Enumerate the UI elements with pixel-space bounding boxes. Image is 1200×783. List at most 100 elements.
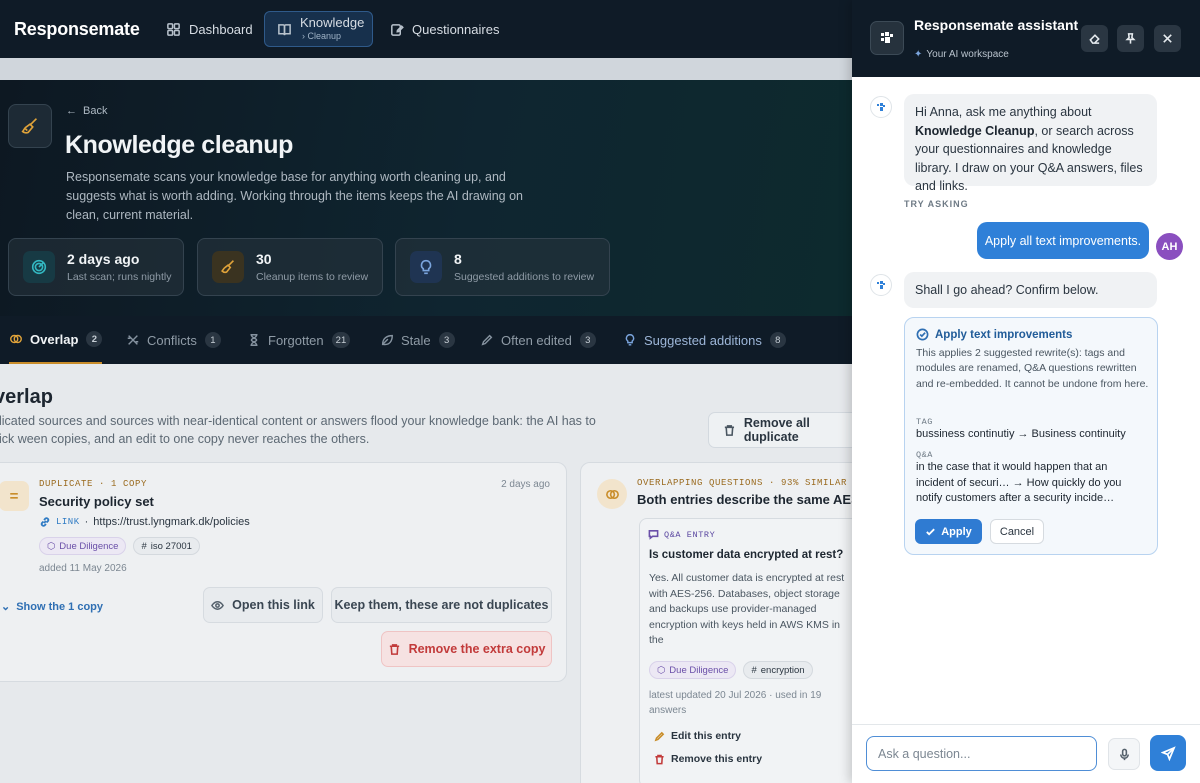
stat-value: 2 days ago <box>67 251 140 267</box>
hero-banner: ← Back Knowledge cleanup Responsemate sc… <box>0 80 852 316</box>
assistant-logo-icon <box>870 21 904 55</box>
back-link[interactable]: ← Back <box>66 105 107 117</box>
qa-change-label: Q&A <box>916 450 933 460</box>
remove-entry-button[interactable]: Remove this entry <box>654 753 762 765</box>
stat-last-scan: 2 days ago Last scan; runs nightly <box>8 238 184 296</box>
edit-entry-button[interactable]: Edit this entry <box>654 730 741 742</box>
pencil-icon <box>481 334 493 346</box>
apply-button[interactable]: Apply <box>915 519 982 544</box>
keep-both-button[interactable]: Keep them, these are not duplicates <box>331 587 552 623</box>
tag-change-value: bussiness continutiy → Business continui… <box>916 428 1126 440</box>
hash-icon: # <box>141 540 147 552</box>
check-icon <box>926 528 936 536</box>
trash-icon <box>389 643 399 655</box>
source-link-row: LINK · https://trust.lyngmark.dk/policie… <box>39 516 250 528</box>
tab-count: 21 <box>331 332 351 348</box>
send-button[interactable] <box>1150 735 1186 771</box>
grid-icon <box>167 22 180 36</box>
sparkle-icon: ✦ <box>914 49 923 60</box>
qa-change-value: in the case that it would happen that an… <box>916 461 1122 505</box>
clipboard-edit-icon <box>391 23 404 36</box>
tab-suggested-additions[interactable]: Suggested additions 8 <box>623 316 786 364</box>
broom-icon <box>8 104 52 148</box>
overlapping-questions-card: OVERLAPPING QUESTIONS · 93% SIMILAR Both… <box>580 462 852 783</box>
qa-question: Is customer data encrypted at rest? <box>649 549 844 561</box>
nav-dashboard[interactable]: Dashboard <box>166 11 253 47</box>
tag-chip[interactable]: # iso 27001 <box>133 537 200 555</box>
card-timestamp: 2 days ago <box>501 479 550 490</box>
card-title: Both entries describe the same AES-25 <box>637 492 852 507</box>
link-separator: · <box>84 516 89 528</box>
eye-icon <box>211 600 225 610</box>
hash-icon: # <box>751 664 757 676</box>
leaf-icon <box>381 334 393 346</box>
module-icon: ⬡ <box>657 664 666 676</box>
tab-count: 3 <box>579 332 596 348</box>
pin-panel-button[interactable] <box>1117 25 1144 52</box>
source-url[interactable]: https://trust.lyngmark.dk/policies <box>93 516 250 528</box>
book-icon <box>278 23 291 35</box>
try-asking-label: TRY ASKING <box>904 199 969 209</box>
tab-count: 8 <box>769 332 786 348</box>
assistant-panel: Responsemate assistant ✦ Your AI workspa… <box>852 0 1200 783</box>
stat-value: 30 <box>256 251 272 267</box>
module-chip[interactable]: ⬡ Due Diligence <box>39 537 127 555</box>
clear-chat-button[interactable] <box>1081 25 1108 52</box>
cancel-button[interactable]: Cancel <box>990 519 1044 544</box>
stat-cleanup-items: 30 Cleanup items to review <box>197 238 383 296</box>
card-kicker: DUPLICATE · 1 COPY <box>39 479 148 489</box>
qa-meta: latest updated 20 Jul 2026 · used in 19 … <box>649 690 822 716</box>
module-icon: ⬡ <box>47 540 56 552</box>
tab-forgotten[interactable]: Forgotten 21 <box>247 316 351 364</box>
chat-icon <box>648 530 659 540</box>
tab-conflicts[interactable]: Conflicts 1 <box>126 316 221 364</box>
send-icon <box>1160 745 1176 761</box>
microphone-button[interactable] <box>1108 738 1140 770</box>
qa-entry-kicker: Q&A ENTRY <box>648 529 715 540</box>
module-chip[interactable]: ⬡ Due Diligence <box>649 661 737 679</box>
remove-extra-copy-button[interactable]: Remove the extra copy <box>381 631 552 667</box>
overlap-section: verlap plicated sources and sources with… <box>0 364 852 783</box>
assistant-header: Responsemate assistant ✦ Your AI workspa… <box>852 0 1200 77</box>
confirmation-title: Apply text improvements <box>916 328 1072 341</box>
remove-all-duplicates-button[interactable]: Remove all duplicate <box>708 412 852 448</box>
radar-icon <box>23 251 55 283</box>
tab-count: 3 <box>438 332 455 348</box>
check-circle-icon <box>916 328 929 341</box>
assistant-greeting: Hi Anna, ask me anything about Knowledge… <box>904 94 1157 193</box>
assistant-avatar <box>870 96 892 118</box>
tag-change-label: TAG <box>916 417 933 427</box>
tag-chips: ⬡ Due Diligence # encryption <box>649 661 813 679</box>
assistant-reply: Shall I go ahead? Confirm below. <box>904 272 1157 308</box>
tab-count: 1 <box>204 332 221 348</box>
stat-label: Last scan; runs nightly <box>67 271 172 283</box>
close-icon <box>1163 34 1172 43</box>
conflict-icon <box>127 335 139 345</box>
tab-often-edited[interactable]: Often edited 3 <box>480 316 596 364</box>
page-title: Knowledge cleanup <box>65 131 293 159</box>
close-panel-button[interactable] <box>1154 25 1181 52</box>
top-navigation: Responsemate Dashboard Knowledge › Clean… <box>0 0 852 58</box>
brand-logo[interactable]: Responsemate <box>14 19 140 40</box>
chevron-down-icon: ⌄ <box>1 601 11 613</box>
tag-chip[interactable]: # encryption <box>743 661 813 679</box>
lightbulb-icon <box>410 251 442 283</box>
tag-chips: ⬡ Due Diligence # iso 27001 <box>39 537 200 555</box>
confirmation-description: This applies 2 suggested rewrite(s): tag… <box>916 347 1149 390</box>
link-type-label: LINK <box>56 517 80 527</box>
open-link-button[interactable]: Open this link <box>203 587 323 623</box>
nav-knowledge[interactable]: Knowledge › Cleanup <box>264 11 373 47</box>
nav-questionnaires[interactable]: Questionnaires <box>389 11 499 47</box>
show-copy-toggle[interactable]: ⌄ Show the 1 copy <box>1 600 103 614</box>
ask-question-input[interactable] <box>866 736 1097 771</box>
tab-stale[interactable]: Stale 3 <box>380 316 455 364</box>
section-title: verlap <box>0 386 53 408</box>
assistant-subtitle: ✦ Your AI workspace <box>914 49 1009 60</box>
user-avatar: AH <box>1156 233 1183 260</box>
qa-answer: Yes. All customer data is encrypted at r… <box>649 572 845 646</box>
assistant-avatar <box>870 274 892 296</box>
microphone-icon <box>1119 748 1129 760</box>
tab-overlap[interactable]: Overlap 2 <box>9 316 103 364</box>
qa-entry: Q&A ENTRY Is customer data encrypted at … <box>639 518 852 783</box>
hero-divider-strip <box>0 58 852 80</box>
